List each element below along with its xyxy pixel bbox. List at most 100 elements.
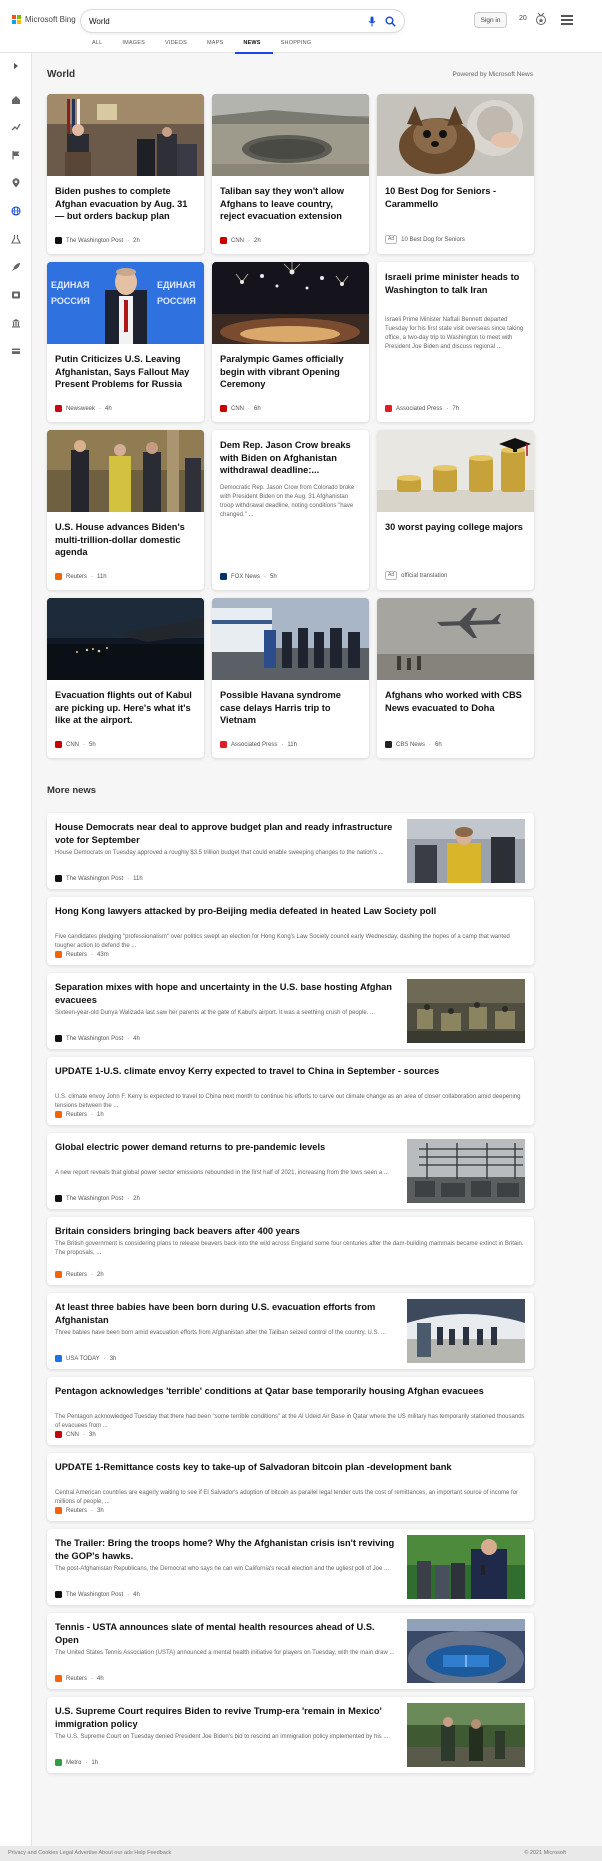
search-box[interactable] [81, 10, 404, 32]
news-card[interactable]: Israeli prime minister heads to Washingt… [377, 262, 534, 422]
news-list-item[interactable]: Global electric power demand returns to … [47, 1133, 534, 1209]
card-source[interactable]: Ad official translation [385, 571, 447, 580]
news-list-item[interactable]: The Trailer: Bring the troops home? Why … [47, 1529, 534, 1605]
item-title[interactable]: U.S. Supreme Court requires Biden to rev… [55, 1705, 400, 1731]
card-title[interactable]: Possible Havana syndrome case delays Har… [220, 689, 360, 727]
card-source[interactable]: CBS News · 6h [385, 741, 442, 748]
card-title[interactable]: U.S. House advances Biden's multi-trilli… [55, 521, 195, 559]
item-thumbnail[interactable] [407, 1535, 525, 1599]
card-title[interactable]: Israeli prime minister heads to Washingt… [385, 271, 525, 296]
card-source[interactable]: Associated Press · 7h [385, 405, 459, 412]
card-source[interactable]: Associated Press · 11h [220, 741, 297, 748]
card-title[interactable]: Biden pushes to complete Afghan evacuati… [55, 185, 195, 223]
card-title[interactable]: Paralympic Games officially begin with v… [220, 353, 360, 391]
news-list-item[interactable]: Hong Kong lawyers attacked by pro-Beijin… [47, 897, 534, 965]
item-source[interactable]: Reuters · 3h [55, 1507, 104, 1514]
search-input[interactable] [89, 13, 359, 29]
card-image[interactable] [47, 598, 204, 680]
flag-icon[interactable] [10, 149, 22, 161]
news-card[interactable]: Evacuation flights out of Kabul are pick… [47, 598, 204, 758]
item-thumbnail[interactable] [407, 1139, 525, 1203]
card-title[interactable]: 30 worst paying college majors [385, 521, 525, 534]
item-thumbnail[interactable] [407, 979, 525, 1043]
item-title[interactable]: At least three babies have been born dur… [55, 1301, 400, 1327]
news-list-item[interactable]: Tennis - USTA announces slate of mental … [47, 1613, 534, 1689]
news-list-item[interactable]: Britain considers bringing back beavers … [47, 1217, 534, 1285]
card-title[interactable]: Taliban say they won't allow Afghans to … [220, 185, 360, 223]
news-list-item[interactable]: Separation mixes with hope and uncertain… [47, 973, 534, 1049]
tab-images[interactable]: IMAGES [114, 40, 157, 54]
item-source[interactable]: CNN · 3h [55, 1431, 96, 1438]
card-title[interactable]: 10 Best Dog for Seniors - Carammello [385, 185, 525, 210]
card-image[interactable] [377, 94, 534, 176]
card-source[interactable]: CNN · 6h [220, 405, 261, 412]
news-list-item[interactable]: UPDATE 1-Remittance costs key to take-up… [47, 1453, 534, 1521]
card-title[interactable]: Putin Criticizes U.S. Leaving Afghanista… [55, 353, 195, 391]
card-source[interactable]: Reuters · 11h [55, 573, 107, 580]
news-card[interactable]: U.S. House advances Biden's multi-trilli… [47, 430, 204, 590]
entertainment-icon[interactable] [10, 289, 22, 301]
item-source[interactable]: The Washington Post · 11h [55, 875, 143, 882]
item-source[interactable]: Reuters · 4h [55, 1675, 104, 1682]
card-image[interactable] [47, 430, 204, 512]
card-title[interactable]: Afghans who worked with CBS News evacuat… [385, 689, 525, 714]
news-card[interactable]: Taliban say they won't allow Afghans to … [212, 94, 369, 254]
item-source[interactable]: The Washington Post · 2h [55, 1195, 140, 1202]
news-list-item[interactable]: U.S. Supreme Court requires Biden to rev… [47, 1697, 534, 1773]
ad-card[interactable]: 30 worst paying college majors Ad official… [377, 430, 534, 590]
location-pin-icon[interactable] [10, 177, 22, 189]
item-title[interactable]: The Trailer: Bring the troops home? Why … [55, 1537, 400, 1563]
item-title[interactable]: UPDATE 1-Remittance costs key to take-up… [55, 1461, 525, 1474]
item-source[interactable]: The Washington Post · 4h [55, 1035, 140, 1042]
card-image[interactable] [212, 94, 369, 176]
item-title[interactable]: Separation mixes with hope and uncertain… [55, 981, 400, 1007]
item-title[interactable]: Britain considers bringing back beavers … [55, 1225, 525, 1238]
item-source[interactable]: USA TODAY · 3h [55, 1355, 116, 1362]
item-thumbnail[interactable] [407, 819, 525, 883]
item-title[interactable]: Hong Kong lawyers attacked by pro-Beijin… [55, 905, 525, 918]
rewards-medal-icon[interactable] [535, 12, 547, 26]
card-image[interactable] [47, 94, 204, 176]
card-image[interactable] [212, 598, 369, 680]
ad-card[interactable]: 10 Best Dog for Seniors - Carammello Ad 10… [377, 94, 534, 254]
item-source[interactable]: Reuters · 1h [55, 1111, 104, 1118]
card-source[interactable]: CNN · 2h [220, 237, 261, 244]
menu-icon[interactable] [561, 15, 573, 25]
item-thumbnail[interactable] [407, 1703, 525, 1767]
expand-chevron-icon[interactable] [10, 60, 22, 72]
item-source[interactable]: Reuters · 2h [55, 1271, 104, 1278]
card-source[interactable]: Newsweek · 4h [55, 405, 112, 412]
item-title[interactable]: House Democrats near deal to approve bud… [55, 821, 400, 847]
trending-icon[interactable] [10, 121, 22, 133]
news-card[interactable]: Dem Rep. Jason Crow breaks with Biden on… [212, 430, 369, 590]
card-image[interactable] [377, 430, 534, 512]
item-title[interactable]: Tennis - USTA announces slate of mental … [55, 1621, 400, 1647]
globe-icon[interactable] [10, 205, 22, 217]
item-title[interactable]: Global electric power demand returns to … [55, 1141, 400, 1154]
item-source[interactable]: The Washington Post · 4h [55, 1591, 140, 1598]
politics-icon[interactable] [10, 317, 22, 329]
card-source[interactable]: CNN · 5h [55, 741, 96, 748]
bing-logo[interactable]: Microsoft Bing [12, 15, 76, 24]
microphone-icon[interactable] [367, 15, 377, 27]
news-list-item[interactable]: At least three babies have been born dur… [47, 1293, 534, 1369]
card-image[interactable]: ЕДИНАЯ РОССИЯ ЕДИНАЯ РОССИЯ [47, 262, 204, 344]
tab-news[interactable]: NEWS [235, 40, 273, 54]
news-card[interactable]: Afghans who worked with CBS News evacuat… [377, 598, 534, 758]
card-title[interactable]: Dem Rep. Jason Crow breaks with Biden on… [220, 439, 360, 477]
news-card[interactable]: ЕДИНАЯ РОССИЯ ЕДИНАЯ РОССИЯ Putin Criticizes… [47, 262, 204, 422]
rocket-icon[interactable] [10, 261, 22, 273]
news-card[interactable]: Possible Havana syndrome case delays Har… [212, 598, 369, 758]
card-title[interactable]: Evacuation flights out of Kabul are pick… [55, 689, 195, 727]
sign-in-button[interactable]: Sign in [474, 12, 507, 28]
footer-links[interactable]: Privacy and Cookies Legal Advertise Abou… [8, 1850, 171, 1856]
home-icon[interactable] [10, 94, 22, 106]
tab-maps[interactable]: MAPS [199, 40, 235, 54]
card-image[interactable] [377, 598, 534, 680]
news-list-item[interactable]: Pentagon acknowledges 'terrible' conditi… [47, 1377, 534, 1445]
news-card[interactable]: Biden pushes to complete Afghan evacuati… [47, 94, 204, 254]
news-list-item[interactable]: UPDATE 1-U.S. climate envoy Kerry expect… [47, 1057, 534, 1125]
card-source[interactable]: FOX News · 5h [220, 573, 277, 580]
tab-shopping[interactable]: SHOPPING [273, 40, 324, 54]
item-thumbnail[interactable] [407, 1299, 525, 1363]
